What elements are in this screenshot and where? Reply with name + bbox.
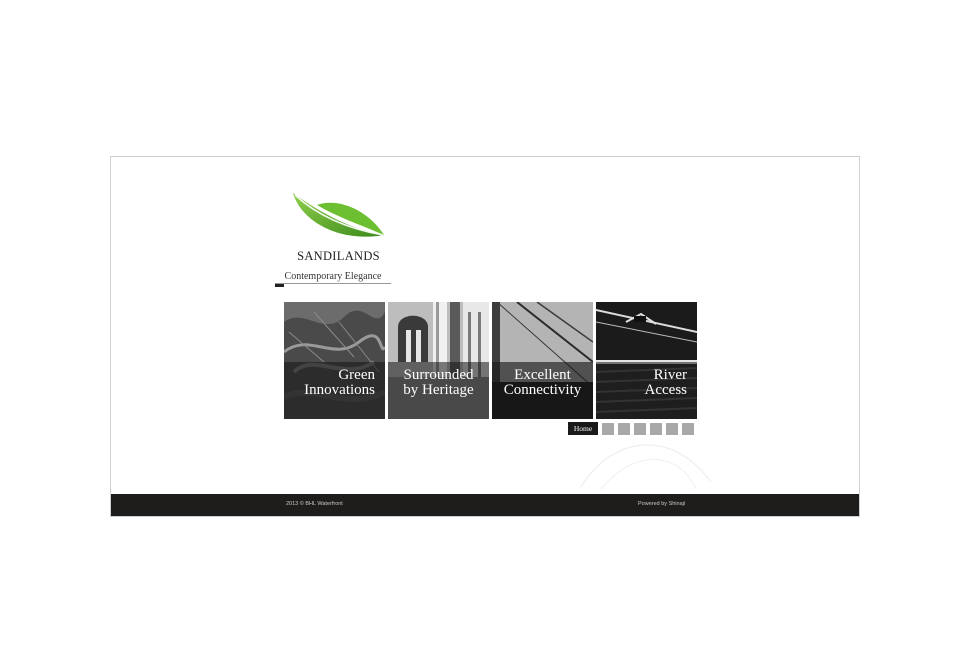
tile-excellent-connectivity[interactable]: Excellent Connectivity	[492, 302, 593, 419]
tile-caption: River Access	[596, 368, 687, 397]
nav-dot-6[interactable]	[682, 423, 694, 435]
caption-line-1: Green	[338, 367, 375, 383]
tile-river-access[interactable]: River Access	[596, 302, 697, 419]
caption-line-1: Surrounded	[403, 367, 474, 383]
tile-surrounded-by-heritage[interactable]: Surrounded by Heritage	[388, 302, 489, 419]
caption-line-1: River	[653, 367, 687, 383]
caption-line-2: Connectivity	[503, 381, 582, 398]
nav-dot-2[interactable]	[618, 423, 630, 435]
powered-by-link[interactable]: Powered by Shinaji	[638, 501, 685, 507]
nav-dot-3[interactable]	[634, 423, 646, 435]
caption-line-2: Access	[644, 381, 687, 398]
tile-green-innovations[interactable]: Green Innovations	[284, 302, 385, 419]
tagline-accent-bar	[275, 284, 284, 287]
nav-dot-4[interactable]	[650, 423, 662, 435]
tile-caption: Green Innovations	[284, 368, 375, 397]
copyright-text: 2013 © BHL Waterfront	[286, 501, 343, 507]
background-leaf-watermark-icon	[580, 444, 712, 490]
caption-line-2: by Heritage	[403, 381, 474, 398]
home-button[interactable]: Home	[568, 422, 598, 435]
logo[interactable]: SANDILANDS	[281, 191, 396, 269]
nav-dot-1[interactable]	[602, 423, 614, 435]
tile-caption: Excellent Connectivity	[495, 368, 590, 397]
nav-dot-5[interactable]	[666, 423, 678, 435]
caption-line-2: Innovations	[304, 381, 375, 398]
brand-name: SANDILANDS	[297, 249, 380, 263]
footer: 2013 © BHL Waterfront Powered by Shinaji	[111, 494, 859, 516]
page-frame: SANDILANDS Contemporary Elegance Green I…	[110, 156, 860, 517]
tagline: Contemporary Elegance	[275, 271, 391, 284]
caption-line-1: Excellent	[514, 367, 571, 383]
leaf-logo-icon	[293, 193, 384, 237]
tile-caption: Surrounded by Heritage	[391, 368, 486, 397]
feature-tiles: Green Innovations Surrounded by Heritage…	[284, 302, 697, 419]
